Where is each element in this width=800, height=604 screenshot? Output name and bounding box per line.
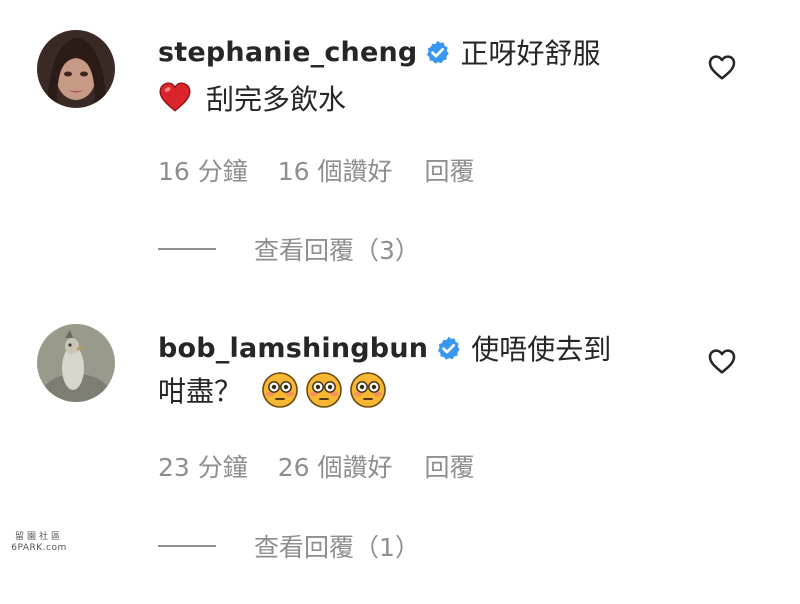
flushed-face-emoji-icon [306, 372, 342, 408]
username[interactable]: bob_lamshingbun [158, 333, 428, 364]
comment-header: bob_lamshingbun 使唔使去到 [158, 327, 611, 369]
comment-time: 23 分鐘 [158, 453, 248, 482]
replies-divider [158, 545, 216, 547]
heart-outline-icon[interactable] [706, 345, 738, 377]
flushed-face-emoji-icon [262, 372, 298, 408]
comment-bob-lamshingbun: bob_lamshingbun 使唔使去到 咁盡？ 23 分鐘 26 個讚好 回… [0, 0, 800, 604]
flushed-face-emoji-icon [350, 372, 386, 408]
comment-text-line2-row: 咁盡？ [158, 369, 388, 411]
view-replies-label: 查看回覆（1） [254, 533, 420, 562]
comment-text-line2: 咁盡？ [158, 375, 243, 408]
comment-text-line1: 使唔使去到 [471, 333, 612, 366]
watermark: 留園社區 6PARK.com [0, 531, 78, 554]
likes-count[interactable]: 26 個讚好 [278, 448, 393, 484]
watermark-line1: 留園社區 [14, 532, 63, 542]
verified-badge-icon [438, 336, 460, 360]
comment-meta: 23 分鐘 26 個讚好 回覆 [158, 449, 475, 483]
watermark-line2: 6PARK.com [11, 543, 67, 553]
avatar[interactable] [37, 324, 115, 402]
view-replies-button[interactable]: 查看回覆（1） [158, 529, 420, 563]
reply-button[interactable]: 回覆 [425, 448, 475, 484]
